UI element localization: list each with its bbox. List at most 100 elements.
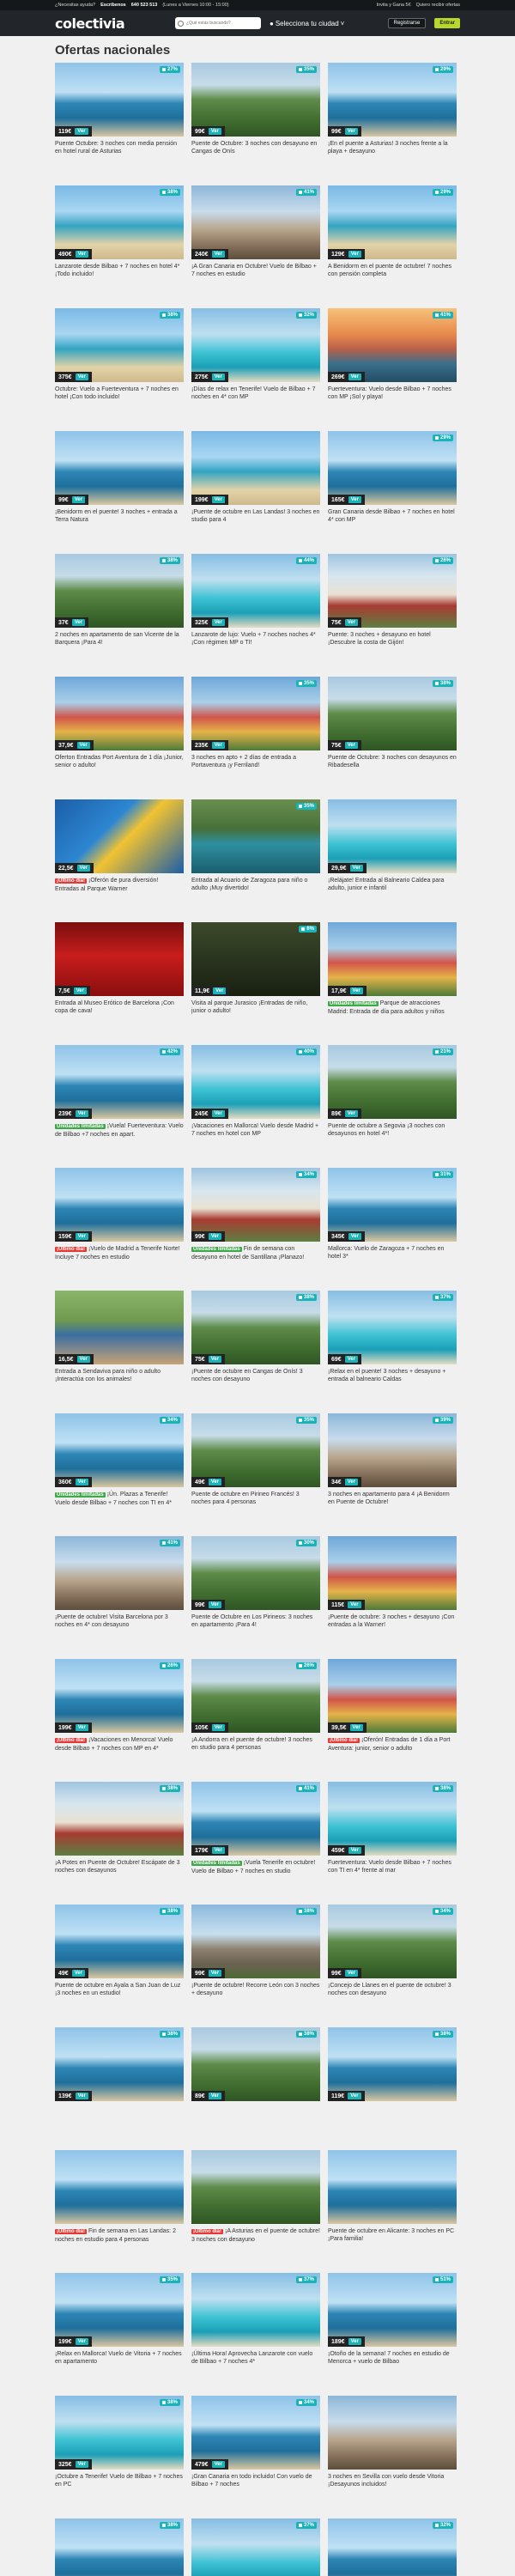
offer-card[interactable]: 39% 34€ Ver 3 noches en apartamento para 4 … xyxy=(328,1413,457,1522)
view-button[interactable]: Ver xyxy=(208,2093,222,2099)
offer-title[interactable]: ¡Último día! ¡A Asturias en el puente de … xyxy=(191,2224,320,2259)
offer-title[interactable]: 3 noches en Sevilla con vuelo desde Vito… xyxy=(328,2470,457,2505)
offer-title[interactable]: ¡Relájate! Entrada al Balneario Caldea p… xyxy=(328,873,457,908)
price-box[interactable]: 7,5€ Ver xyxy=(55,986,90,996)
offer-title-text[interactable]: Entrada a Sendaviva para niño o adulto ¡… xyxy=(55,1369,161,1382)
offer-card[interactable]: 38% ¡A Potes en Puente de Octubre! Escápa… xyxy=(55,1782,184,1891)
offer-title-text[interactable]: ¡Puente de octubre! Recorre León con 3 n… xyxy=(191,1983,319,1996)
offer-title[interactable]: Puente Octubre: 3 noches con media pensi… xyxy=(55,137,184,172)
view-button[interactable]: Ver xyxy=(208,1970,222,1977)
offer-title[interactable]: ¡Gran Canaria en todo incluido! Con vuel… xyxy=(191,2470,320,2505)
offer-image[interactable]: 34% 479€ Ver xyxy=(191,2396,320,2470)
offer-image[interactable]: 37,9€ Ver xyxy=(55,677,184,750)
offer-image[interactable]: 38% 75€ Ver xyxy=(191,1291,320,1364)
price-box[interactable]: 99€ Ver xyxy=(55,495,89,505)
price-box[interactable]: 119€ Ver xyxy=(55,126,92,137)
view-button[interactable]: Ver xyxy=(208,1356,222,1363)
offer-title-text[interactable]: 2 noches en apartamento de san Vicente d… xyxy=(55,632,179,646)
price-box[interactable]: 345€ Ver xyxy=(328,1231,365,1242)
view-button[interactable]: Ver xyxy=(208,1601,222,1608)
offer-title[interactable]: ¡Último día! ¡Oferón! Entradas de 1 día a… xyxy=(328,1733,457,1768)
offer-card[interactable]: 32% 275€ Ver ¡Días de relax en Tenerife! Vu… xyxy=(191,308,320,417)
view-button[interactable]: Ver xyxy=(211,1110,225,1117)
view-button[interactable]: Ver xyxy=(211,619,225,626)
offer-card[interactable]: 27% 119€ Ver Puente Octubre: 3 noches con m… xyxy=(55,63,184,172)
offer-image[interactable]: 26% 199€ Ver xyxy=(55,1659,184,1733)
offer-title[interactable]: ¡Puente de octubre! Visita Barcelona por… xyxy=(55,1610,184,1645)
offer-card[interactable]: 115€ Ver ¡Puente de octubre: 3 noches + de… xyxy=(328,1536,457,1645)
offer-card[interactable]: 35% Entrada al Acuario de Zaragoza para n… xyxy=(191,799,320,908)
offer-image[interactable]: 199€ Ver xyxy=(191,431,320,505)
price-box[interactable]: 275€ Ver xyxy=(191,372,228,382)
offer-title[interactable]: Visita al parque Jurasico ¡Entradas de n… xyxy=(191,996,320,1031)
view-button[interactable]: Ver xyxy=(75,1724,88,1731)
offer-image[interactable]: 27% 119€ Ver xyxy=(55,63,184,137)
view-button[interactable]: Ver xyxy=(211,1847,225,1854)
offer-title-text[interactable]: Puente de Octubre en Los Pirineos: 3 noc… xyxy=(191,1614,312,1628)
view-button[interactable]: Ver xyxy=(349,865,363,872)
offer-title-text[interactable]: ¡Puente de octubre en Cangas de Onís! 3 … xyxy=(191,1369,303,1382)
offer-card[interactable]: 41% 179€ Ver Unidades limitadas ¡Vuela Tener… xyxy=(191,1782,320,1891)
offer-title[interactable] xyxy=(328,2101,457,2136)
price-box[interactable]: 490€ Ver xyxy=(55,249,92,259)
offer-title-text[interactable]: Entrada al Acuario de Zaragoza para niño… xyxy=(191,878,307,891)
price-box[interactable]: 89€ Ver xyxy=(328,1109,362,1119)
price-box[interactable]: 75€ Ver xyxy=(328,617,362,628)
offer-image[interactable]: 38% 99€ Ver xyxy=(191,1905,320,1978)
offer-card[interactable]: 159€ Ver ¡Último día! ¡Vuelo de Madrid a Te… xyxy=(55,1168,184,1277)
offer-card[interactable]: 26% 105€ Ver ¡A Andorra en el puente de oct… xyxy=(191,1659,320,1768)
offer-title[interactable]: ¡A Andorra en el puente de octubre! 3 no… xyxy=(191,1733,320,1768)
offer-title-text[interactable]: ¡Relax en Mallorca! Vuelo de Vitoria + 7… xyxy=(55,2351,182,2365)
offer-title[interactable]: ¡Último día! ¡Vacaciones en Menorca! Vuel… xyxy=(55,1733,184,1768)
offer-card[interactable]: 41% 240€ Ver ¡A Gran Canaria en Octubre! Vu… xyxy=(191,185,320,295)
price-box[interactable]: 189€ Ver xyxy=(328,2336,365,2347)
offer-image[interactable]: 32% 275€ Ver xyxy=(191,308,320,382)
price-box[interactable]: 159€ Ver xyxy=(55,1231,92,1242)
offer-title[interactable]: ¡Vacaciones en Mallorca! Vuelo desde Mad… xyxy=(191,1119,320,1154)
offer-image[interactable] xyxy=(55,2150,184,2224)
view-button[interactable]: Ver xyxy=(76,742,90,749)
view-button[interactable]: Ver xyxy=(344,742,359,749)
offer-title[interactable]: Puente de octubre a Segovia ¡3 noches co… xyxy=(328,1119,457,1154)
offer-title[interactable]: Unidades limitadas Parque de atracciones … xyxy=(328,996,457,1031)
offer-card[interactable]: 38% 49€ Ver Puente de octubre en Ayala a Sa… xyxy=(55,1905,184,2014)
view-button[interactable]: Ver xyxy=(76,1356,90,1363)
offer-title[interactable]: Entrada a Sendaviva para niño o adulto ¡… xyxy=(55,1364,184,1400)
offer-title[interactable]: Unidades limitadas ¡Vuela Tenerife en oct… xyxy=(191,1856,320,1891)
offer-title[interactable]: ¡Octubre a Tenerife! Vuelo de Bilbao + 7… xyxy=(55,2470,184,2505)
offer-title-text[interactable]: ¡A Gran Canaria en Octubre! Vuelo de Bil… xyxy=(191,264,317,277)
view-button[interactable]: Ver xyxy=(208,128,222,135)
offer-card[interactable]: 26% 199€ Ver ¡Último día! ¡Vacaciones en Men… xyxy=(55,1659,184,1768)
offer-title[interactable] xyxy=(55,2101,184,2136)
offer-title-text[interactable]: Puente Octubre: 3 noches con media pensi… xyxy=(55,141,177,155)
offer-title-text[interactable]: ¡Puente de octubre en Las Landas! 3 noch… xyxy=(191,509,319,523)
offer-title[interactable]: Entrada al Museo Erótico de Barcelona ¡C… xyxy=(55,996,184,1031)
offer-title-text[interactable]: ¡Vacaciones en Mallorca! Vuelo desde Mad… xyxy=(191,1123,318,1137)
price-box[interactable]: 139€ Ver xyxy=(55,2091,92,2101)
offer-title[interactable]: ¡Días de relax en Tenerife! Vuelo de Bil… xyxy=(191,382,320,417)
price-box[interactable]: 199€ Ver xyxy=(191,495,228,505)
offer-title[interactable]: 3 noches en apartamento para 4 ¡A Benido… xyxy=(328,1487,457,1522)
offer-card[interactable]: 29,9€ Ver ¡Relájate! Entrada al Balneario … xyxy=(328,799,457,908)
offer-image[interactable] xyxy=(191,2150,320,2224)
offer-title[interactable]: ¡En el puente a Asturias! 3 noches frent… xyxy=(328,137,457,172)
offer-title-text[interactable]: Oferton Entradas Port Aventura de 1 día … xyxy=(55,755,184,769)
offer-title[interactable]: Oferton Entradas Port Aventura de 1 día … xyxy=(55,750,184,786)
offer-image[interactable]: 40% 245€ Ver xyxy=(191,1045,320,1119)
price-box[interactable]: 235€ Ver xyxy=(191,740,228,750)
offer-title-text[interactable]: ¡Días de relax en Tenerife! Vuelo de Bil… xyxy=(191,386,316,400)
offer-title[interactable]: ¡Otoño de la semana! 7 noches en estudio… xyxy=(328,2347,457,2382)
offer-image[interactable] xyxy=(328,2396,457,2470)
offer-image[interactable]: 38% 490€ Ver xyxy=(55,185,184,259)
view-button[interactable]: Ver xyxy=(211,251,225,258)
view-button[interactable]: Ver xyxy=(208,1233,222,1240)
view-button[interactable]: Ver xyxy=(76,865,90,872)
price-box[interactable]: 89€ Ver xyxy=(191,2091,226,2101)
offer-title[interactable]: Unidades limitadas ¡Ún. Plazas a Tenerife… xyxy=(55,1487,184,1522)
search-box[interactable] xyxy=(175,17,261,29)
offer-title[interactable]: ¡Puente de octubre! Recorre León con 3 n… xyxy=(191,1978,320,2014)
offer-title[interactable]: ¡Último día! ¡Oferón de pura diversión! E… xyxy=(55,873,184,908)
offer-card[interactable]: 35% 49€ Ver Puente de octubre en Pirineo Fr… xyxy=(191,1413,320,1522)
view-button[interactable]: Ver xyxy=(71,1970,86,1977)
offer-title[interactable]: Unidades limitadas Fin de semana con desa… xyxy=(191,1242,320,1277)
